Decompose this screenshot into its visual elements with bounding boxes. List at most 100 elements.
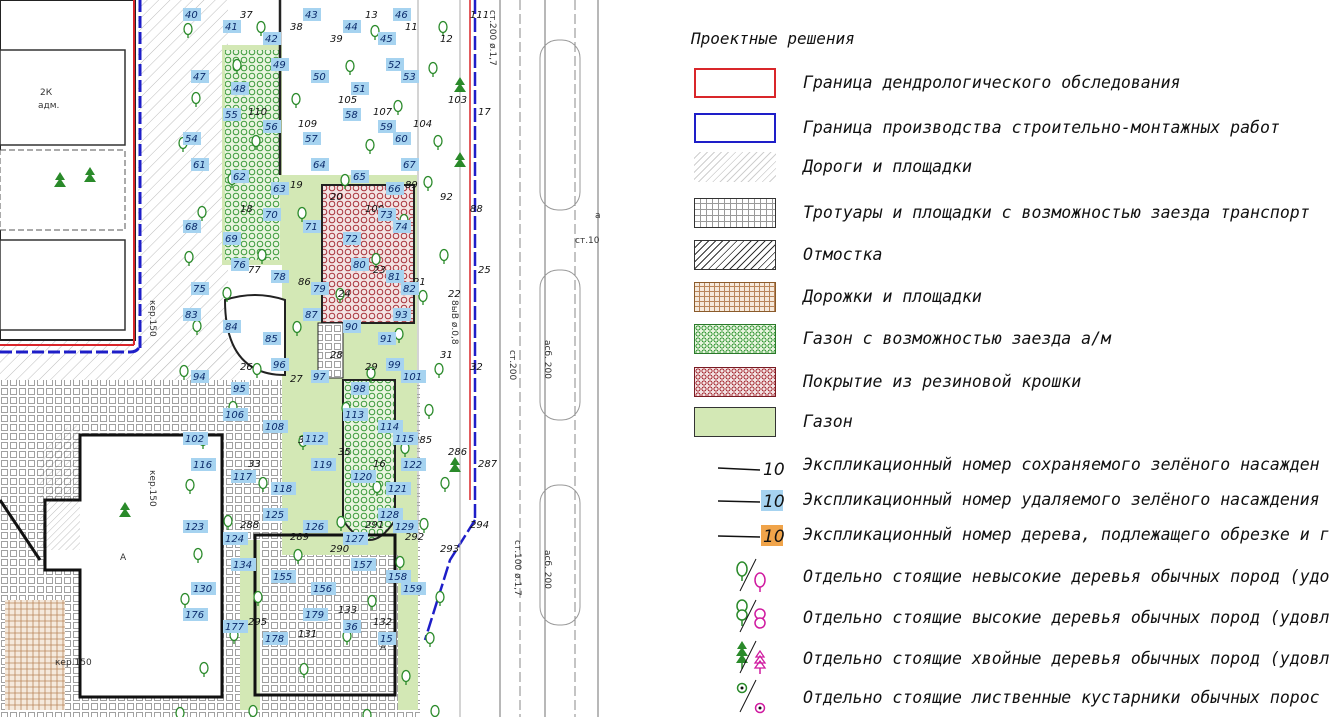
red-cells-swatch [694,367,776,397]
svg-text:92: 92 [440,192,453,203]
kept-tree-number: 26 [240,362,253,373]
svg-text:28: 28 [330,350,343,361]
svg-text:15: 15 [380,634,393,645]
svg-text:88: 88 [470,204,483,215]
svg-text:132: 132 [373,617,392,628]
kept-tree-number: 29 [365,362,378,373]
svg-text:179: 179 [305,610,324,621]
removed-tree-number: 66 [386,182,404,195]
svg-text:12: 12 [440,34,453,45]
removed-tree-number: 84 [223,320,241,333]
svg-text:22: 22 [448,289,461,300]
svg-text:103: 103 [448,95,467,106]
tree-high-icon [736,599,766,633]
svg-text:120: 120 [353,472,372,483]
svg-text:33: 33 [248,459,261,470]
svg-text:32: 32 [470,362,483,373]
svg-text:292: 292 [405,532,424,543]
svg-text:57: 57 [305,134,318,145]
svg-text:19: 19 [290,180,303,191]
removed-tree-number: 62 [231,170,249,183]
removed-tree-number: 74 [393,220,411,233]
red-border-swatch [694,68,776,98]
tree-icon [430,704,440,717]
removed-tree-number: 126 [303,520,328,533]
svg-text:45: 45 [380,34,393,45]
removed-tree-number: 64 [311,158,329,171]
kept-tree-number: 131 [298,629,317,640]
removed-tree-number: 79 [311,282,329,295]
removed-tree-number: 45 [378,32,396,45]
legend-title: Проектные решения [691,29,855,48]
svg-text:65: 65 [353,172,366,183]
svg-text:54: 54 [185,134,198,145]
kept-tree-number: 31 [440,350,453,361]
svg-text:286: 286 [448,447,467,458]
svg-text:95: 95 [233,384,246,395]
removed-tree-number: 56 [263,120,281,133]
svg-text:35: 35 [338,447,351,458]
svg-text:110: 110 [248,107,267,118]
svg-text:107: 107 [373,107,393,118]
svg-text:104: 104 [413,119,432,130]
removed-tree-number: 98 [351,382,369,395]
svg-text:89: 89 [405,180,418,191]
svg-text:133: 133 [338,605,357,616]
kept-tree-number: 110 [248,107,267,118]
svg-text:123: 123 [185,522,204,533]
svg-text:39: 39 [330,34,343,45]
legend-item-sidewalks: Тротуары и площадки с возможностью заезд… [600,198,1342,234]
svg-text:60: 60 [395,134,408,145]
removed-tree-number: 47 [191,70,209,83]
legend-item-tree-low: Отдельно стоящие невысокие деревья обычн… [600,557,1342,593]
svg-text:81: 81 [388,272,401,283]
removed-tree-number: 76 [231,258,249,271]
svg-text:127: 127 [345,534,365,545]
svg-text:290: 290 [330,544,349,555]
svg-text:64: 64 [313,160,326,171]
svg-text:119: 119 [313,460,332,471]
plan-note: ст.100 [575,236,600,246]
svg-text:118: 118 [273,484,292,495]
svg-text:69: 69 [225,234,238,245]
kept-tree-number: 288 [240,520,259,531]
svg-text:75: 75 [193,284,206,295]
svg-text:63: 63 [273,184,286,195]
plan-note: 8ыВ ø.0,8 [449,300,459,345]
kept-tree-number: 77 [248,265,261,276]
kept-tree-number: 104 [413,119,432,130]
kept-tree-number: 28 [330,350,343,361]
removed-tree-number: 43 [303,8,321,21]
svg-text:129: 129 [395,522,414,533]
kept-tree-number: 37 [240,10,253,21]
removed-tree-number: 58 [343,108,361,121]
svg-text:86: 86 [298,277,311,288]
svg-text:98: 98 [353,384,366,395]
removed-tree-number: 115 [393,432,418,445]
removed-tree-number: 82 [401,282,419,295]
svg-text:115: 115 [395,434,414,445]
kept-tree-number: 132 [373,617,392,628]
removed-tree-number: 42 [263,32,281,45]
svg-text:44: 44 [345,22,358,33]
removed-tree-number: 179 [303,608,328,621]
kept-tree-number: 17 [478,107,491,118]
svg-text:156: 156 [313,584,332,595]
kept-tree-number: 27 [290,374,303,385]
svg-text:46: 46 [395,10,408,21]
removed-tree-number: 95 [231,382,249,395]
svg-text:29: 29 [365,362,378,373]
removed-tree-number: 72 [343,232,361,245]
removed-tree-number: 36 [343,620,361,633]
plan-note: ст.200 [507,350,517,381]
kept-tree-number: 33 [248,459,261,470]
removed-tree-number: 52 [386,58,404,71]
legend-item-lawn: Газон [600,407,1342,443]
legend-label: Покрытие из резиновой крошки [803,372,1082,391]
kept-tree-number: 286 [448,447,467,458]
removed-tree-number: 156 [311,582,336,595]
svg-text:84: 84 [225,322,238,333]
legend-label: Газон с возможностью заезда а/м [803,329,1111,348]
legend-label: Граница дендрологического обследования [803,73,1181,92]
tree-icon [175,706,185,717]
